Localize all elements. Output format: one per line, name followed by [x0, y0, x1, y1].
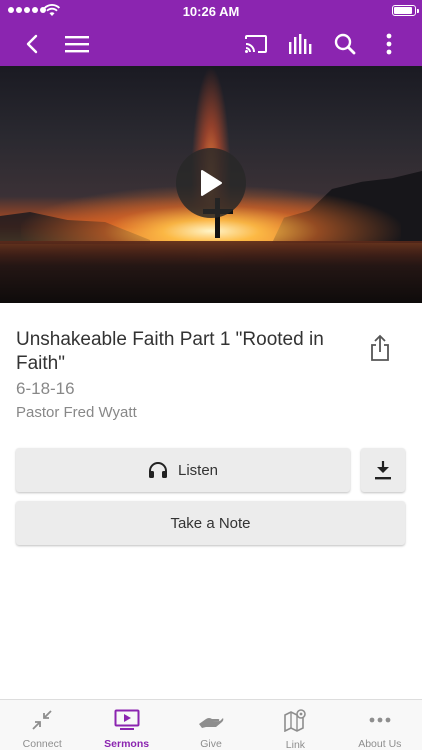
chevron-left-icon[interactable] — [18, 30, 46, 58]
video-play-icon — [114, 708, 140, 731]
tab-connect[interactable]: Connect — [0, 700, 84, 750]
headphones-icon — [148, 461, 168, 479]
tab-label: Link — [285, 739, 306, 750]
battery-icon — [392, 5, 419, 16]
sermon-pastor: Pastor Fred Wyatt — [16, 404, 137, 421]
search-icon[interactable] — [331, 30, 359, 58]
tab-label: Sermons — [104, 738, 150, 750]
tab-label: Connect — [22, 738, 62, 750]
header: 10:26 AM — [0, 0, 422, 66]
tab-sermons[interactable]: Sermons — [84, 700, 168, 750]
arrows-in-icon — [31, 708, 53, 731]
app-bar — [0, 22, 422, 66]
sermon-title: Unshakeable Faith Part 1 "Rooted in Fait… — [16, 329, 324, 374]
tab-label: Give — [200, 738, 222, 750]
take-note-button[interactable]: Take a Note — [16, 501, 405, 545]
listen-button[interactable]: Listen — [16, 448, 350, 492]
sermon-date: 6-18-16 — [16, 379, 75, 398]
tab-about-us[interactable]: About Us — [338, 700, 422, 750]
tab-link[interactable]: Link — [253, 700, 337, 750]
download-icon — [375, 461, 391, 480]
giving-hand-icon — [198, 708, 224, 731]
cast-icon[interactable] — [242, 30, 270, 58]
equalizer-icon[interactable] — [286, 30, 314, 58]
play-icon — [201, 170, 222, 196]
take-note-label: Take a Note — [170, 514, 251, 532]
more-vertical-icon[interactable] — [375, 30, 403, 58]
ellipsis-icon — [369, 708, 391, 731]
tab-bar: Connect Sermons Give Link About Us — [0, 699, 422, 750]
status-time: 10:26 AM — [182, 4, 240, 19]
download-button[interactable] — [361, 448, 405, 492]
map-pin-icon — [283, 708, 307, 732]
status-bar: 10:26 AM — [0, 0, 422, 22]
play-button[interactable] — [176, 148, 246, 218]
listen-label: Listen — [177, 461, 219, 479]
video-player[interactable] — [0, 66, 422, 303]
share-button[interactable] — [366, 333, 394, 363]
share-icon — [371, 334, 389, 361]
hamburger-icon[interactable] — [63, 30, 91, 58]
tab-give[interactable]: Give — [169, 700, 253, 750]
tab-label: About Us — [358, 738, 402, 750]
ground — [0, 241, 422, 303]
